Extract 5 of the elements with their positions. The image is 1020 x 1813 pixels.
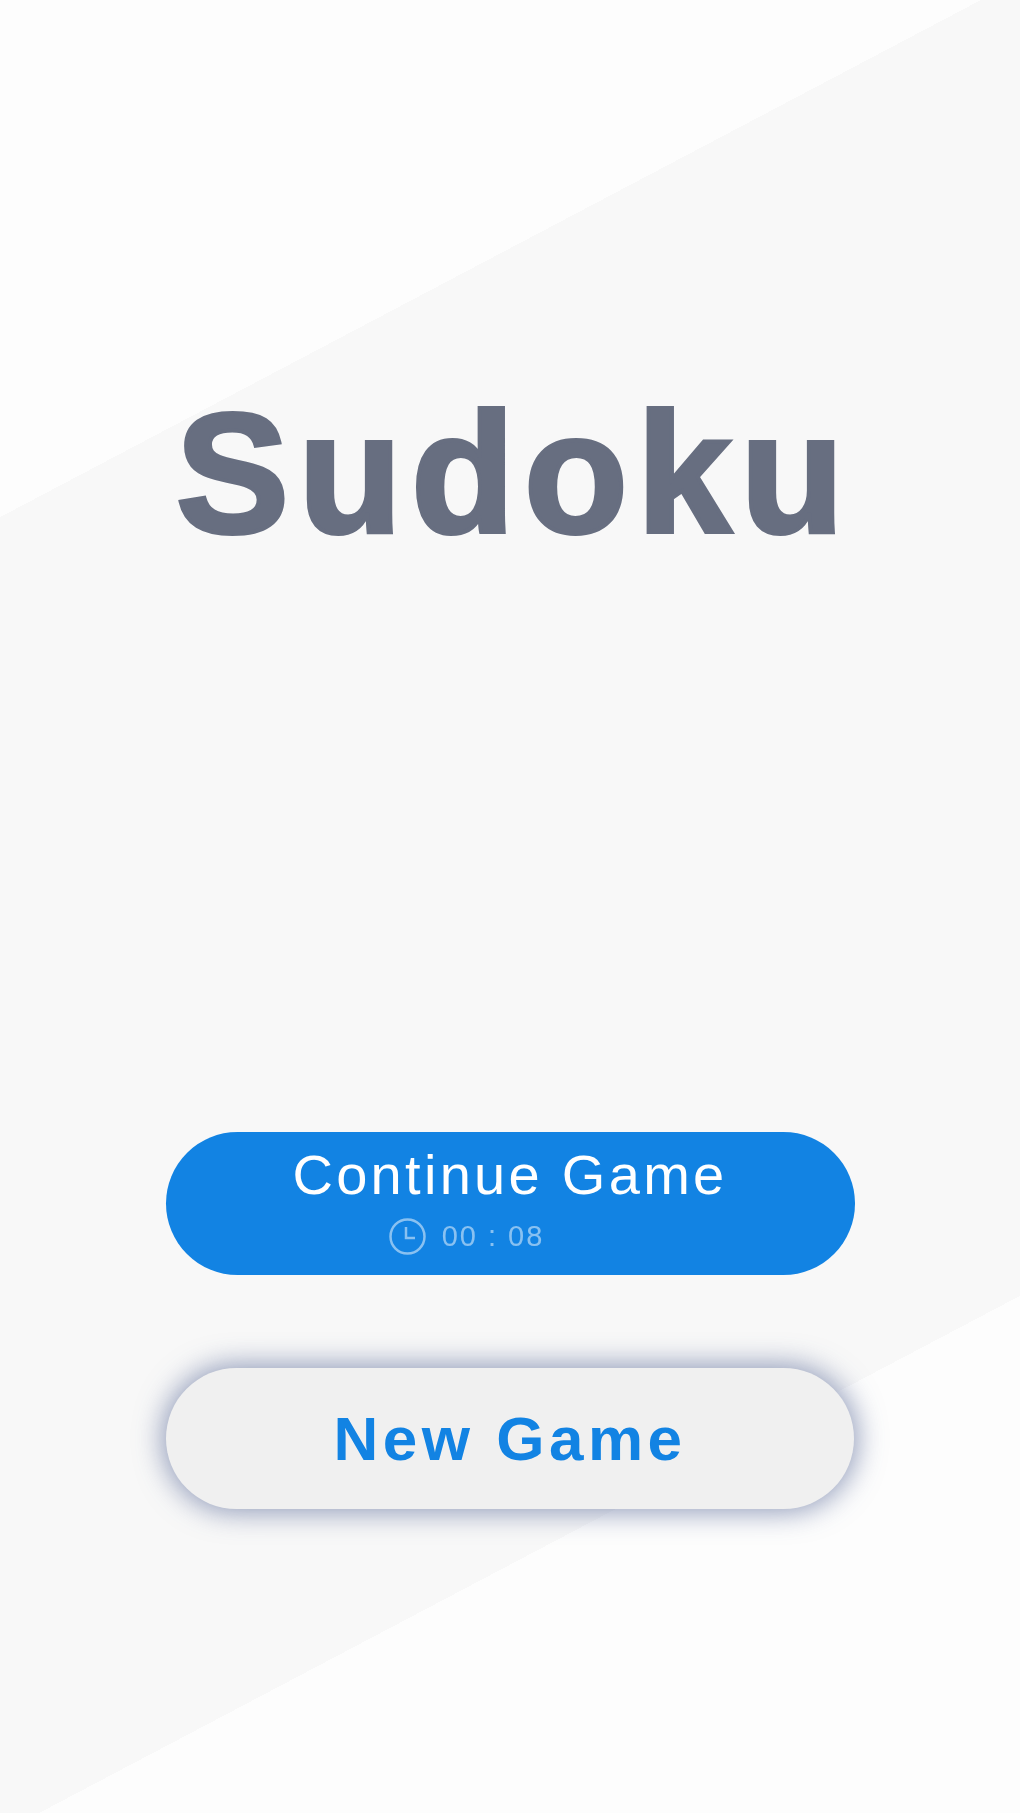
elapsed-time: 00 : 08	[441, 1222, 545, 1251]
new-game-button[interactable]: New Game	[166, 1368, 854, 1509]
clock-icon	[388, 1218, 426, 1255]
app-title: Sudoku	[174, 388, 854, 558]
continue-game-button[interactable]: Continue Game 00 : 08	[165, 1132, 855, 1275]
